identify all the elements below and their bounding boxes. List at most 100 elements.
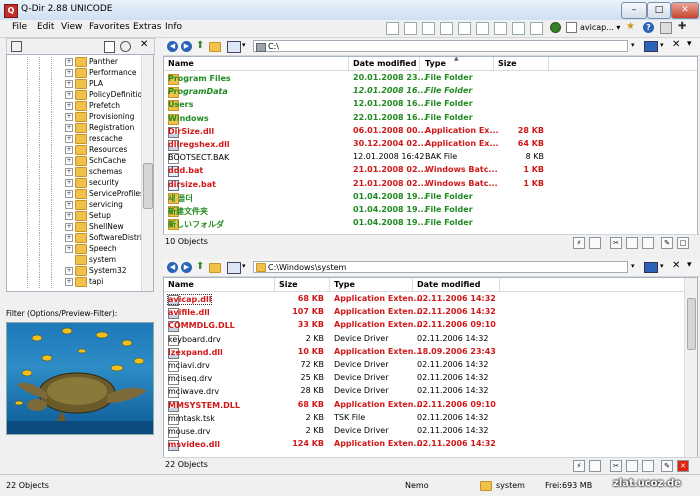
expand-icon[interactable]: + bbox=[65, 80, 73, 88]
menu-favorites[interactable]: Favorites bbox=[89, 22, 130, 32]
help-icon[interactable]: ? bbox=[643, 22, 654, 33]
table-row[interactable]: COMMDLG.DLL 33 KB Application Exten... 02.1… bbox=[164, 319, 684, 333]
pane2-cut-icon[interactable]: ✂ bbox=[610, 460, 622, 472]
tree-view-icon[interactable] bbox=[11, 41, 22, 52]
table-row[interactable]: mouse.drv 2 KB Device Driver 02.11.2006 14:… bbox=[164, 425, 684, 438]
pane2-props-icon[interactable] bbox=[589, 460, 601, 472]
tree-item[interactable]: + Provisioning bbox=[7, 112, 141, 123]
tree-item[interactable]: + servicing bbox=[7, 200, 141, 211]
minimize-button[interactable]: – bbox=[621, 2, 647, 19]
table-row[interactable]: lzexpand.dll 10 KB Application Exten... 18.… bbox=[164, 346, 684, 359]
pane2-copy-icon[interactable] bbox=[626, 460, 638, 472]
table-row[interactable]: dllregshex.dll 30.12.2004 02... Applicatio… bbox=[164, 138, 697, 151]
search-icon[interactable] bbox=[120, 41, 131, 52]
pane2-forward-icon[interactable]: ▶ bbox=[181, 262, 192, 273]
tree-item[interactable]: + Speech bbox=[7, 244, 141, 255]
menu-edit[interactable]: Edit bbox=[37, 22, 54, 32]
layout-6-icon[interactable] bbox=[476, 22, 489, 35]
layout-3-icon[interactable] bbox=[422, 22, 435, 35]
tree-item[interactable]: + Setup bbox=[7, 211, 141, 222]
menu-view[interactable]: View bbox=[61, 22, 82, 32]
layout-7-icon[interactable] bbox=[494, 22, 507, 35]
expand-icon[interactable]: + bbox=[65, 91, 73, 99]
tree-item[interactable]: + Registration bbox=[7, 123, 141, 134]
expand-icon[interactable]: + bbox=[65, 135, 73, 143]
tree-item[interactable]: + Performance bbox=[7, 68, 141, 79]
expand-icon[interactable]: + bbox=[65, 168, 73, 176]
pane1-props-icon[interactable] bbox=[589, 237, 601, 249]
table-row[interactable]: BOOTSECT.BAK 12.01.2008 16:42 BAK File 8 KB bbox=[164, 151, 697, 165]
table-row[interactable]: Users 12.01.2008 16... File Folder bbox=[164, 98, 697, 112]
pane2-exit-icon[interactable]: ✕ bbox=[677, 460, 689, 472]
new-file-icon[interactable] bbox=[104, 41, 115, 53]
tree-item[interactable]: + PLA bbox=[7, 79, 141, 90]
expand-icon[interactable]: + bbox=[65, 179, 73, 187]
tree-item[interactable]: + Panther bbox=[7, 57, 141, 68]
menu-info[interactable]: Info bbox=[165, 22, 182, 32]
pane1-up-icon[interactable]: ⬆ bbox=[196, 40, 204, 51]
pane2-close-icon[interactable]: ✕ bbox=[672, 260, 680, 271]
table-row[interactable]: 新しいフォルダ 01.04.2008 19... File Folder bbox=[164, 217, 697, 231]
expand-icon[interactable]: + bbox=[65, 201, 73, 209]
pane2-menu-icon[interactable]: ▾ bbox=[687, 260, 692, 270]
tree-item[interactable]: +system bbox=[7, 255, 141, 266]
options-icon[interactable] bbox=[660, 22, 672, 34]
pane2-col-type[interactable]: Type bbox=[334, 280, 355, 289]
pane1-col-type[interactable]: Type bbox=[425, 59, 446, 68]
table-row[interactable]: DirSize.dll 06.01.2008 00... Application E… bbox=[164, 125, 697, 138]
expand-icon[interactable]: + bbox=[65, 212, 73, 220]
tree-item[interactable]: + rescache bbox=[7, 134, 141, 145]
pane1-rename-icon[interactable]: ✎ bbox=[661, 237, 673, 249]
expand-icon[interactable]: + bbox=[65, 69, 73, 77]
maximize-button[interactable]: □ bbox=[647, 2, 671, 19]
pane2-up-icon[interactable]: ⬆ bbox=[196, 261, 204, 272]
pane2-path-dropdown-icon[interactable]: ▾ bbox=[631, 262, 635, 270]
pane2-layout-dropdown-icon[interactable]: ▾ bbox=[660, 262, 664, 270]
close-tree-icon[interactable]: ✕ bbox=[140, 39, 148, 50]
pane2-paste-icon[interactable] bbox=[642, 460, 654, 472]
pane2-back-icon[interactable]: ◀ bbox=[167, 262, 178, 273]
pane1-filter-icon[interactable]: ⚡ bbox=[573, 237, 585, 249]
table-row[interactable]: mciseq.drv 25 KB Device Driver 02.11.2006 1… bbox=[164, 372, 684, 386]
tree-item[interactable]: + tapi bbox=[7, 277, 141, 288]
pane2-view-icon[interactable] bbox=[227, 262, 241, 274]
table-row[interactable]: ProgramData 12.01.2008 16... File Folder bbox=[164, 85, 697, 99]
tree-item[interactable]: + SoftwareDistrib bbox=[7, 233, 147, 244]
table-row[interactable]: dirsize.bat 21.01.2008 02... Windows Batc.… bbox=[164, 178, 697, 191]
expand-icon[interactable]: + bbox=[65, 58, 73, 66]
current-file-dropdown[interactable]: avicap... ▾ bbox=[566, 22, 620, 33]
pane2-path-input[interactable]: C:\Windows\system bbox=[253, 261, 628, 273]
menu-file[interactable]: File bbox=[12, 22, 27, 32]
tree-item[interactable]: + SchCache bbox=[7, 156, 141, 167]
menu-extras[interactable]: Extras bbox=[133, 22, 161, 32]
table-row[interactable]: ddd.bat 21.01.2008 02... Windows Batc... 1 … bbox=[164, 164, 697, 178]
expand-icon[interactable]: + bbox=[65, 223, 73, 231]
pane1-layout-dropdown-icon[interactable]: ▾ bbox=[660, 41, 664, 49]
pane2-col-name[interactable]: Name bbox=[168, 280, 194, 289]
tree-item[interactable]: + PolicyDefinitior bbox=[7, 90, 145, 101]
table-row[interactable]: mmtask.tsk 2 KB TSK File 02.11.2006 14:32 bbox=[164, 412, 684, 425]
tree-item[interactable]: + ShellNew bbox=[7, 222, 141, 233]
expand-icon[interactable]: + bbox=[65, 157, 73, 165]
dock-icon[interactable] bbox=[550, 22, 561, 33]
table-row[interactable]: Windows 22.01.2008 16... File Folder bbox=[164, 112, 697, 125]
pane1-path-input[interactable]: C:\ bbox=[253, 40, 628, 52]
table-row[interactable]: keyboard.drv 2 KB Device Driver 02.11.2006 … bbox=[164, 333, 684, 346]
pane1-back-icon[interactable]: ◀ bbox=[167, 41, 178, 52]
pane1-path-dropdown-icon[interactable]: ▾ bbox=[631, 41, 635, 49]
pane1-folder-icon[interactable] bbox=[209, 42, 223, 52]
tree-scrollbar[interactable] bbox=[141, 55, 153, 291]
pane1-maximize-icon[interactable]: □ bbox=[677, 237, 689, 249]
expand-icon[interactable]: + bbox=[65, 278, 73, 286]
layout-9-icon[interactable] bbox=[530, 22, 543, 35]
pane2-folder-icon[interactable] bbox=[209, 263, 223, 273]
table-row[interactable]: MMSYSTEM.DLL 68 KB Application Exten... 02.… bbox=[164, 399, 684, 412]
expand-icon[interactable]: + bbox=[65, 190, 73, 198]
pane1-paste-icon[interactable] bbox=[642, 237, 654, 249]
layout-5-icon[interactable] bbox=[458, 22, 471, 35]
pane2-filter-icon[interactable]: ⚡ bbox=[573, 460, 585, 472]
pane1-view-dropdown-icon[interactable]: ▾ bbox=[242, 41, 246, 49]
layout-4-icon[interactable] bbox=[440, 22, 453, 35]
pane2-layout-icon[interactable] bbox=[644, 262, 658, 273]
close-button[interactable]: ✕ bbox=[671, 2, 699, 19]
